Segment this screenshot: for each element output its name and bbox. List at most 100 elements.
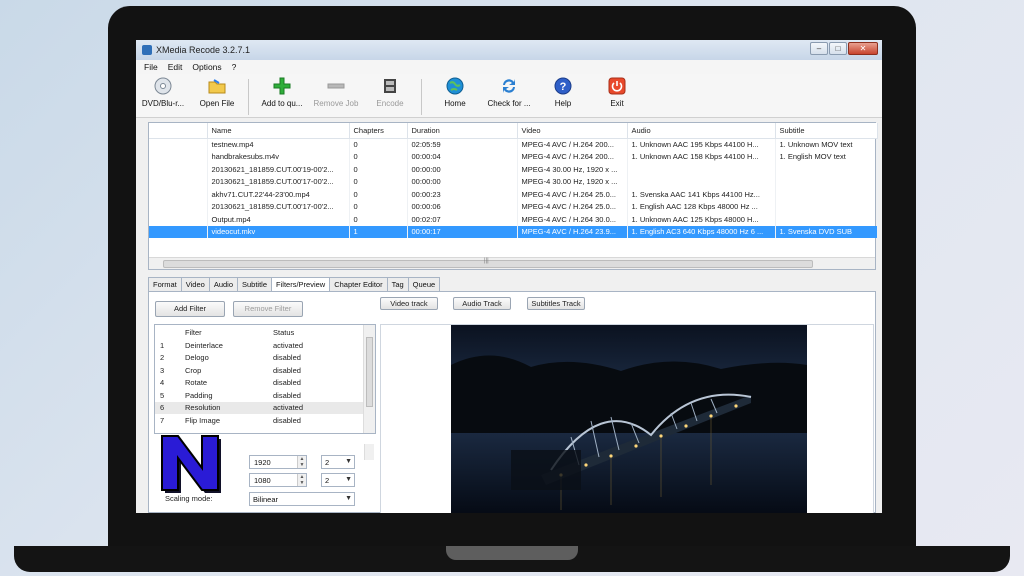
table-row[interactable]: 20130621_181859.CUT.00'19-00'2... 0 00:00:…	[149, 163, 878, 176]
filter-status: disabled	[273, 378, 301, 388]
subtitles-track-button[interactable]: Subtitles Track	[527, 297, 585, 310]
tab-format[interactable]: Format	[148, 277, 182, 292]
row-spacer	[149, 213, 208, 226]
open-file-button[interactable]: Open File	[190, 77, 244, 108]
filter-name: Crop	[185, 365, 202, 375]
width-multiple-value: 2	[325, 458, 330, 467]
app-icon	[142, 45, 152, 55]
table-row[interactable]: 20130621_181859.CUT.00'17-00'2... 0 00:00:…	[149, 200, 878, 213]
column-audio[interactable]: Audio	[627, 123, 776, 139]
filter-list-scrollbar[interactable]	[363, 325, 375, 433]
audio-track-button[interactable]: Audio Track	[453, 297, 511, 310]
filter-row[interactable]: 1 Deinterlace activated	[155, 339, 363, 352]
file-subtitle	[775, 163, 878, 176]
filter-name: Flip Image	[185, 415, 221, 425]
menu-options[interactable]: Options	[192, 62, 221, 72]
window-title: XMedia Recode 3.2.7.1	[156, 45, 251, 55]
add-to-queue-button[interactable]: Add to qu...	[255, 77, 309, 108]
width-multiple-select[interactable]: 2 ▼	[321, 455, 355, 469]
tab-audio[interactable]: Audio	[208, 277, 238, 292]
row-spacer	[149, 225, 208, 238]
remove-filter-button[interactable]: Remove Filter	[233, 301, 303, 317]
file-chapters: 0	[349, 138, 408, 151]
encode-button[interactable]: Encode	[363, 77, 417, 108]
filter-row[interactable]: 7 Flip Image disabled	[155, 414, 363, 427]
encode-label: Encode	[376, 99, 404, 108]
filter-row[interactable]: 2 Delogo disabled	[155, 352, 363, 365]
tab-subtitle[interactable]: Subtitle	[237, 277, 273, 292]
check-updates-label: Check for ...	[487, 99, 531, 108]
filter-row[interactable]: 5 Padding disabled	[155, 389, 363, 402]
filter-row[interactable]: 3 Crop disabled	[155, 364, 363, 377]
filter-status: disabled	[273, 353, 301, 363]
row-spacer	[149, 138, 208, 151]
column-chapters[interactable]: Chapters	[349, 123, 408, 139]
home-button[interactable]: Home	[428, 77, 482, 108]
file-name: 20130621_181859.CUT.00'17-00'2...	[207, 175, 350, 188]
table-row[interactable]: testnew.mp4 0 02:05:59 MPEG-4 AVC / H.264 2…	[149, 138, 878, 151]
n-logo-icon	[161, 435, 221, 493]
settings-scrollbar[interactable]	[364, 444, 374, 460]
table-row[interactable]: handbrakesubs.m4v 0 00:00:04 MPEG-4 AVC / H…	[149, 150, 878, 163]
table-row[interactable]: Output.mp4 0 00:02:07 MPEG-4 AVC / H.264 30…	[149, 213, 878, 226]
file-chapters: 0	[349, 213, 408, 226]
column-subtitle[interactable]: Subtitle	[775, 123, 878, 139]
help-button[interactable]: ? Help	[536, 77, 590, 108]
filter-row[interactable]: 4 Rotate disabled	[155, 377, 363, 390]
file-duration: 00:00:17	[407, 225, 518, 238]
close-button[interactable]: ✕	[848, 42, 878, 55]
column-video[interactable]: Video	[517, 123, 628, 139]
tab-bar: Format Video Audio Subtitle Filters/Prev…	[148, 277, 441, 293]
file-duration: 00:00:06	[407, 200, 518, 213]
menu-bar: File Edit Options ?	[136, 60, 882, 74]
tab-tag[interactable]: Tag	[386, 277, 409, 292]
tab-queue[interactable]: Queue	[407, 277, 441, 292]
column-blank	[149, 123, 208, 139]
row-spacer	[149, 175, 208, 188]
file-chapters: 0	[349, 200, 408, 213]
tab-video[interactable]: Video	[180, 277, 210, 292]
scrollbar-thumb[interactable]: |||	[163, 258, 813, 268]
file-list: Name Chapters Duration Video Audio Subti…	[148, 122, 878, 270]
check-updates-button[interactable]: Check for ...	[482, 77, 536, 108]
height-stepper[interactable]: ▲ ▼	[297, 474, 306, 486]
scrollbar-thumb[interactable]	[366, 337, 373, 407]
menu-file[interactable]: File	[144, 62, 158, 72]
height-input[interactable]: 1080 ▲ ▼	[249, 473, 307, 487]
width-value: 1920	[254, 458, 271, 467]
chevron-down-icon: ▼	[345, 458, 352, 465]
remove-job-button[interactable]: Remove Job	[309, 77, 363, 108]
disc-icon	[154, 77, 172, 95]
width-input[interactable]: 1920 ▲ ▼	[249, 455, 307, 469]
table-row[interactable]: akhv71.CUT.22'44-23'00.mp4 0 00:00:23 MPEG-…	[149, 188, 878, 201]
filter-col-name: Filter	[185, 327, 202, 337]
height-multiple-select[interactable]: 2 ▼	[321, 473, 355, 487]
horizontal-scrollbar[interactable]: |||	[149, 257, 875, 269]
minimize-button[interactable]: –	[810, 42, 828, 55]
maximize-button[interactable]: □	[829, 42, 847, 55]
table-row-selected[interactable]: videocut.mkv 1 00:00:17 MPEG-4 AVC / H.264 …	[149, 225, 878, 238]
exit-button[interactable]: Exit	[590, 77, 644, 108]
menu-edit[interactable]: Edit	[168, 62, 183, 72]
filter-status: disabled	[273, 365, 301, 375]
file-name: 20130621_181859.CUT.00'17-00'2...	[207, 200, 350, 213]
file-video: MPEG-4 AVC / H.264 30.0...	[517, 213, 628, 226]
filter-table-header: Filter Status	[155, 325, 363, 339]
refresh-icon	[500, 77, 518, 95]
row-spacer	[149, 150, 208, 163]
dvd-bluray-button[interactable]: DVD/Blu-r...	[136, 77, 190, 108]
filter-index: 2	[160, 353, 165, 363]
menu-help[interactable]: ?	[232, 62, 237, 72]
video-track-button[interactable]: Video track	[380, 297, 438, 310]
column-duration[interactable]: Duration	[407, 123, 518, 139]
width-stepper[interactable]: ▲ ▼	[297, 456, 306, 468]
help-label: Help	[554, 99, 572, 108]
tab-chapter-editor[interactable]: Chapter Editor	[329, 277, 388, 292]
add-filter-button[interactable]: Add Filter	[155, 301, 225, 317]
column-name[interactable]: Name	[207, 123, 350, 139]
filter-row[interactable]: 6 Resolution activated	[155, 401, 363, 414]
file-chapters: 1	[349, 225, 408, 238]
file-duration: 00:00:00	[407, 175, 518, 188]
scaling-mode-select[interactable]: Bilinear ▼	[249, 492, 355, 506]
table-row[interactable]: 20130621_181859.CUT.00'17-00'2... 0 00:00:…	[149, 175, 878, 188]
